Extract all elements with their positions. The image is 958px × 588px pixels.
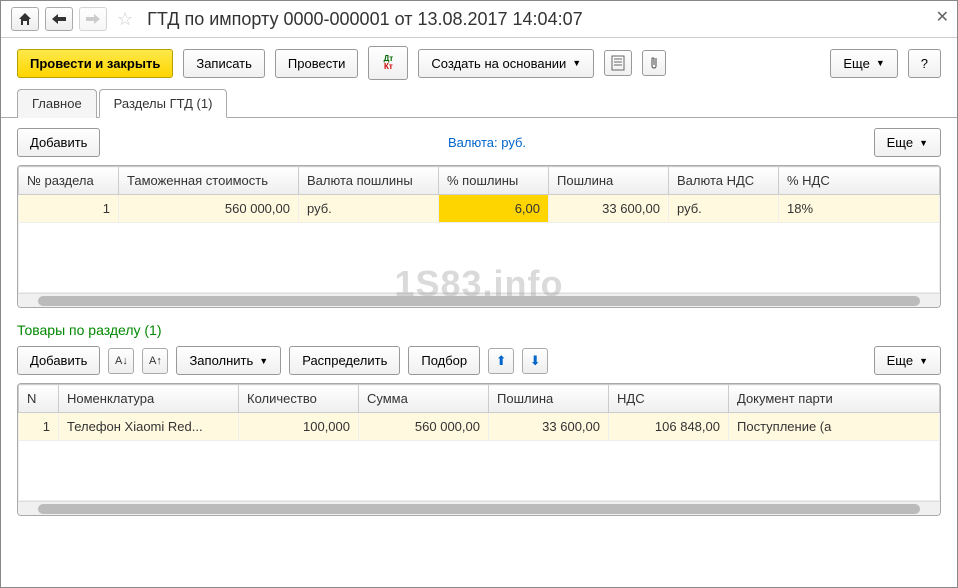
col-duty[interactable]: Пошлина: [489, 385, 609, 413]
distribute-button[interactable]: Распределить: [289, 346, 400, 375]
titlebar: ☆ ГТД по импорту 0000-000001 от 13.08.20…: [1, 1, 957, 38]
close-button[interactable]: ✕: [936, 7, 949, 27]
active-cell[interactable]: 6,00: [439, 195, 549, 223]
window-title: ГТД по импорту 0000-000001 от 13.08.2017…: [147, 9, 582, 30]
tab-content: Добавить Валюта: руб. Еще▼ № раздела Там…: [1, 118, 957, 526]
col-n[interactable]: N: [19, 385, 59, 413]
home-button[interactable]: [11, 7, 39, 31]
report-button[interactable]: [604, 50, 632, 76]
col-duty-currency[interactable]: Валюта пошлины: [299, 167, 439, 195]
table-row[interactable]: 1 560 000,00 руб. 6,00 33 600,00 руб. 18…: [19, 195, 940, 223]
tabs: Главное Разделы ГТД (1): [1, 88, 957, 118]
col-duty-percent[interactable]: % пошлины: [439, 167, 549, 195]
chevron-down-icon: ▼: [919, 138, 928, 148]
col-section-num[interactable]: № раздела: [19, 167, 119, 195]
col-sum[interactable]: Сумма: [359, 385, 489, 413]
col-vat[interactable]: НДС: [609, 385, 729, 413]
sections-table: № раздела Таможенная стоимость Валюта по…: [17, 165, 941, 308]
currency-link[interactable]: Валюта: руб.: [448, 135, 526, 150]
col-customs-value[interactable]: Таможенная стоимость: [119, 167, 299, 195]
app-window: ☆ ГТД по импорту 0000-000001 от 13.08.20…: [0, 0, 958, 588]
sections-more-button[interactable]: Еще▼: [874, 128, 941, 157]
chevron-down-icon: ▼: [572, 58, 581, 68]
move-up-button[interactable]: ⬆: [488, 348, 514, 374]
table-header-row: № раздела Таможенная стоимость Валюта по…: [19, 167, 940, 195]
selection-button[interactable]: Подбор: [408, 346, 480, 375]
goods-toolbar: Добавить А↓ А↑ Заполнить▼ Распределить П…: [17, 346, 941, 375]
fill-button[interactable]: Заполнить▼: [176, 346, 281, 375]
tab-main[interactable]: Главное: [17, 89, 97, 118]
more-button[interactable]: Еще▼: [830, 49, 897, 78]
col-vat-currency[interactable]: Валюта НДС: [669, 167, 779, 195]
col-doc-batch[interactable]: Документ парти: [729, 385, 940, 413]
col-vat-percent[interactable]: % НДС: [779, 167, 940, 195]
goods-section-title: Товары по разделу (1): [17, 322, 941, 338]
h-scrollbar[interactable]: [18, 501, 940, 515]
chevron-down-icon: ▼: [259, 356, 268, 366]
sections-toolbar: Добавить Валюта: руб. Еще▼: [17, 128, 941, 157]
add-section-button[interactable]: Добавить: [17, 128, 100, 157]
post-and-close-button[interactable]: Провести и закрыть: [17, 49, 173, 78]
col-item[interactable]: Номенклатура: [59, 385, 239, 413]
chevron-down-icon: ▼: [876, 58, 885, 68]
create-based-on-button[interactable]: Создать на основании▼: [418, 49, 594, 78]
attachment-button[interactable]: [642, 50, 666, 76]
add-goods-button[interactable]: Добавить: [17, 346, 100, 375]
goods-table: N Номенклатура Количество Сумма Пошлина …: [17, 383, 941, 516]
col-qty[interactable]: Количество: [239, 385, 359, 413]
chevron-down-icon: ▼: [919, 356, 928, 366]
help-button[interactable]: ?: [908, 49, 941, 78]
h-scrollbar[interactable]: [18, 293, 940, 307]
forward-button: [79, 7, 107, 31]
main-toolbar: Провести и закрыть Записать Провести ДтК…: [1, 38, 957, 88]
favorite-star-icon[interactable]: ☆: [117, 9, 133, 30]
write-button[interactable]: Записать: [183, 49, 265, 78]
col-duty[interactable]: Пошлина: [549, 167, 669, 195]
sort-desc-button[interactable]: А↑: [142, 348, 168, 374]
post-button[interactable]: Провести: [275, 49, 359, 78]
table-row[interactable]: 1 Телефон Xiaomi Red... 100,000 560 000,…: [19, 413, 940, 441]
move-down-button[interactable]: ⬇: [522, 348, 548, 374]
sort-asc-button[interactable]: А↓: [108, 348, 134, 374]
goods-more-button[interactable]: Еще▼: [874, 346, 941, 375]
back-button[interactable]: [45, 7, 73, 31]
dt-kt-button[interactable]: ДтКт: [368, 46, 408, 80]
table-header-row: N Номенклатура Количество Сумма Пошлина …: [19, 385, 940, 413]
tab-sections[interactable]: Разделы ГТД (1): [99, 89, 228, 118]
